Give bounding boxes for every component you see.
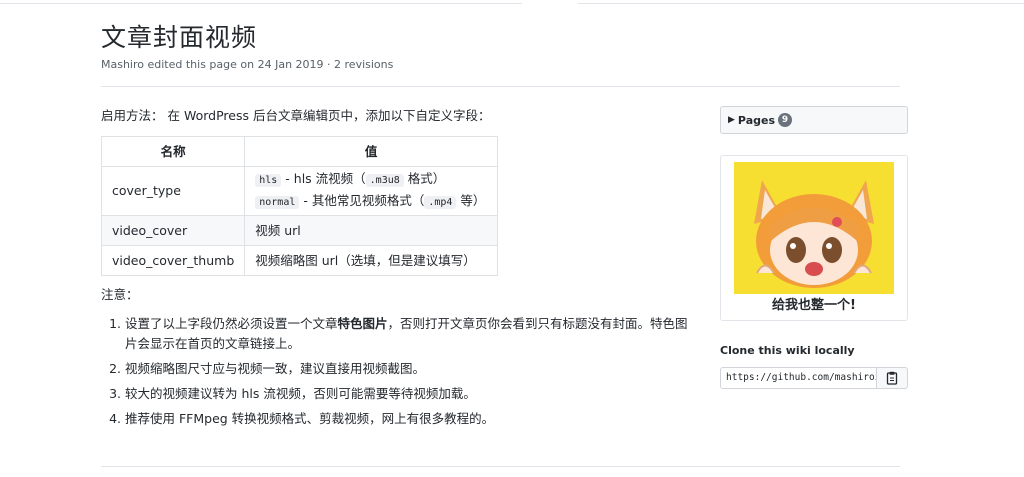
image-caption: 给我也整一个! (772, 298, 856, 313)
header-divider (101, 86, 900, 87)
pages-count-badge: 9 (778, 113, 792, 127)
value-text: - 其他常见视频格式（ (299, 193, 425, 208)
page-header: 文章封面视频 Mashiro edited this page on 24 Ja… (101, 22, 901, 71)
table-row: video_cover_thumb 视频缩略图 url（选填，但是建议填写） (100, 245, 498, 276)
field-value: 视频 url (244, 215, 498, 246)
clipboard-icon (886, 371, 898, 385)
note-text: 较大的视频建议转为 hls 流视频，否则可能需要等待视频加载。 (125, 386, 476, 401)
table-header-name: 名称 (100, 136, 246, 167)
footer-divider (101, 466, 900, 467)
list-item: 设置了以上字段仍然必须设置一个文章特色图片，否则打开文章页你会看到只有标题没有封… (125, 314, 691, 354)
pages-toggle[interactable]: ▶ Pages 9 (720, 106, 908, 134)
page-meta: Mashiro edited this page on 24 Jan 2019 … (101, 58, 394, 71)
copy-clone-url-button[interactable] (877, 367, 908, 389)
clone-url-group: https://github.com/mashiroz (720, 367, 908, 389)
note-text: 设置了以上字段仍然必须设置一个文章 (125, 316, 338, 331)
anime-cat-girl-image (734, 162, 894, 294)
fields-table: 名称 值 cover_type hls - hls 流视频（ .m3u8 格式） … (100, 136, 498, 276)
sidebar-image-card: 给我也整一个! (720, 155, 908, 321)
note-bold: 特色图片 (337, 316, 388, 331)
clone-title: Clone this wiki locally (720, 344, 855, 357)
list-item: 视频缩略图尺寸应与视频一致，建议直接用视频截图。 (125, 359, 691, 379)
notes-list: 设置了以上字段仍然必须设置一个文章特色图片，否则打开文章页你会看到只有标题没有封… (101, 314, 691, 429)
top-tab-strip (0, 0, 1024, 4)
wiki-sidebar: ▶ Pages 9 给我也整一个! Clone this wiki locall… (720, 106, 908, 389)
value-text: - hls 流视频（ (281, 171, 366, 186)
page-title: 文章封面视频 (101, 23, 258, 52)
table-header-value: 值 (244, 136, 498, 167)
caret-right-icon: ▶ (728, 115, 735, 125)
inline-code: .mp4 (424, 196, 457, 209)
field-name: cover_type (100, 166, 246, 216)
note-text: 视频缩略图尺寸应与视频一致，建议直接用视频截图。 (125, 361, 426, 376)
clone-url-field[interactable]: https://github.com/mashiroz (720, 367, 877, 389)
notes-heading: 注意： (101, 287, 139, 302)
list-item: 推荐使用 FFMpeg 转换视频格式、剪裁视频，网上有很多教程的。 (125, 409, 691, 429)
value-line: hls - hls 流视频（ .m3u8 格式） (255, 169, 487, 191)
wiki-content: 启用方法： 在 WordPress 后台文章编辑页中，添加以下自定义字段： 名称… (100, 107, 691, 434)
field-name: video_cover (100, 215, 246, 246)
list-item: 较大的视频建议转为 hls 流视频，否则可能需要等待视频加载。 (125, 384, 691, 404)
tab-border-left (0, 3, 522, 4)
tab-border-right (578, 3, 1024, 4)
note-text: 推荐使用 FFMpeg 转换视频格式、剪裁视频，网上有很多教程的。 (125, 411, 495, 426)
table-header-row: 名称 值 (100, 136, 498, 167)
inline-code: .m3u8 (365, 174, 404, 187)
value-text: 等） (456, 193, 486, 208)
intro-text: 启用方法： 在 WordPress 后台文章编辑页中，添加以下自定义字段： (101, 108, 491, 123)
value-text: 格式） (403, 171, 446, 186)
field-value: 视频缩略图 url（选填，但是建议填写） (244, 245, 498, 276)
table-row: cover_type hls - hls 流视频（ .m3u8 格式） norma… (100, 166, 498, 216)
field-value: hls - hls 流视频（ .m3u8 格式） normal - 其他常见视频格… (244, 166, 498, 216)
inline-code: hls (255, 174, 282, 187)
field-name: video_cover_thumb (100, 245, 246, 276)
pages-label: Pages (737, 113, 775, 127)
inline-code: normal (255, 196, 300, 209)
table-row: video_cover 视频 url (100, 215, 498, 246)
value-line: normal - 其他常见视频格式（ .mp4 等） (255, 191, 487, 213)
